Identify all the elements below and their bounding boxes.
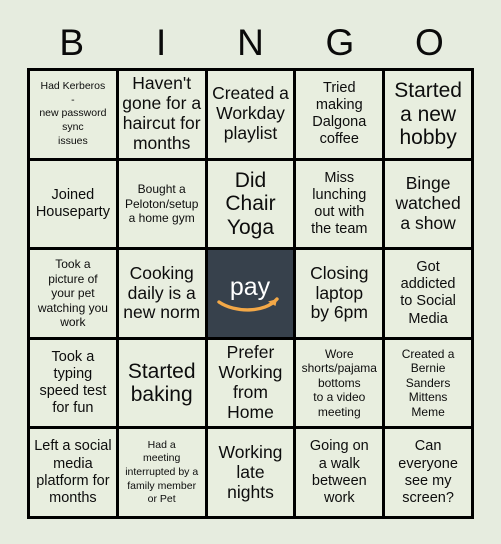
bingo-header-letter-0: B [59,22,85,63]
bingo-cell-label: Did Chair Yoga [225,168,276,239]
bingo-cell[interactable]: Created a Bernie Sanders Mittens Meme [385,339,471,427]
bingo-header-letter-3: G [325,22,355,63]
bingo-cell[interactable]: Started a new hobby [385,71,471,158]
bingo-cell[interactable]: Started baking [118,339,205,427]
bingo-cell[interactable]: Took a picture of your pet watching you … [30,250,116,337]
bingo-cell-label: Left a social media platform for months [34,438,112,506]
bingo-cell[interactable]: Closing laptop by 6pm [296,250,383,337]
bingo-card: B I N G O Had Kerberos - new password sync i… [0,0,501,544]
bingo-cell[interactable]: Working late nights [207,429,294,516]
bingo-cell[interactable]: Can everyone see my screen? [385,429,471,516]
bingo-cell-label: Prefer Working from Home [218,342,283,423]
svg-text:pay: pay [230,273,271,301]
bingo-cell-label: Had a meeting interrupted by a family me… [125,438,199,506]
bingo-cell-label: Can everyone see my screen? [398,438,458,506]
bingo-cell-label: Going on a walk between work [309,438,369,506]
bingo-cell-label: Got addicted to Social Media [400,259,456,327]
bingo-cell[interactable]: Miss lunching out with the team [296,160,383,248]
bingo-cell-label: Started baking [127,359,196,407]
amazon-pay-logo-icon: pay [213,270,287,316]
bingo-cell[interactable]: Going on a walk between work [296,429,383,516]
bingo-cell[interactable]: Took a typing speed test for fun [30,339,116,427]
bingo-cell-label: Took a picture of your pet watching you … [37,256,108,330]
bingo-cell-label: Miss lunching out with the team [311,169,368,237]
bingo-cell-label: Took a typing speed test for fun [39,348,107,417]
bingo-cell[interactable]: Binge watched a show [385,160,471,248]
bingo-cell[interactable]: Bought a Peloton/setup a home gym [118,160,205,248]
bingo-cell[interactable]: Wore shorts/pajama bottoms to a video me… [296,339,383,427]
bingo-cell-label: Wore shorts/pajama bottoms to a video me… [301,346,377,420]
bingo-cell[interactable]: Prefer Working from Home [207,339,294,427]
bingo-cell[interactable]: Had Kerberos - new password sync issues [30,71,116,158]
bingo-cell[interactable]: Tried making Dalgona coffee [296,71,383,158]
bingo-header-letter-2: N [237,22,264,63]
bingo-cell-label: Bought a Peloton/setup a home gym [125,181,199,226]
bingo-cell[interactable]: Cooking daily is a new norm [118,250,205,337]
bingo-grid: Had Kerberos - new password sync issues H… [27,68,474,519]
bingo-cell-label: Started a new hobby [394,79,462,150]
bingo-cell-label: Working late nights [218,441,283,502]
bingo-cell-label: Haven't gone for a haircut for months [122,73,202,154]
bingo-cell[interactable]: Had a meeting interrupted by a family me… [118,429,205,516]
bingo-cell-label: Tried making Dalgona coffee [312,80,367,148]
bingo-cell-label: Had Kerberos - new password sync issues [39,80,107,147]
bingo-cell[interactable]: Got addicted to Social Media [385,250,471,337]
bingo-cell[interactable]: Haven't gone for a haircut for months [118,71,205,158]
bingo-cell-label: Cooking daily is a new norm [123,262,201,323]
bingo-header-letter-4: O [414,22,444,63]
bingo-free-space[interactable]: pay [207,250,294,337]
bingo-cell-label: Created a Bernie Sanders Mittens Meme [401,346,455,420]
bingo-header-letter-1: I [155,22,167,63]
bingo-cell[interactable]: Created a Workday playlist [207,71,294,158]
bingo-cell-label: Binge watched a show [395,172,461,233]
bingo-header: BINGO [27,17,474,68]
bingo-cell-label: Joined Houseparty [35,186,110,220]
bingo-cell[interactable]: Did Chair Yoga [207,160,294,248]
bingo-cell-label: Closing laptop by 6pm [310,262,369,323]
bingo-cell-label: Created a Workday playlist [212,83,289,144]
bingo-cell[interactable]: Joined Houseparty [30,160,116,248]
bingo-cell[interactable]: Left a social media platform for months [30,429,116,516]
